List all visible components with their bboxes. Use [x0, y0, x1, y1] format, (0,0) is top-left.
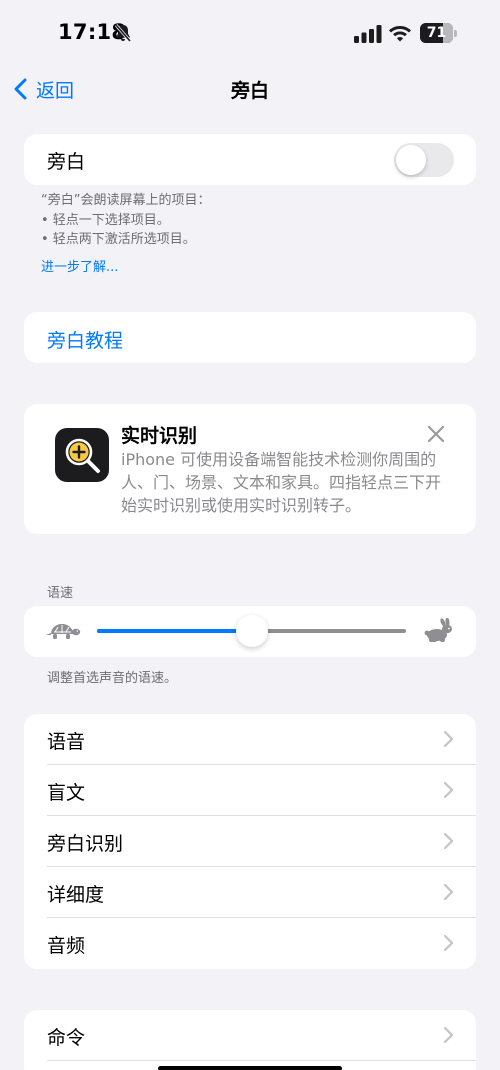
magnifier-plus-icon — [55, 428, 109, 482]
voiceover-commands-list: 命令 — [24, 1010, 476, 1070]
learn-more-link[interactable]: 进一步了解... — [41, 256, 118, 275]
list-item-label: 详细度 — [47, 884, 105, 906]
navigation-bar: 返回 旁白 — [0, 68, 500, 110]
chevron-right-icon — [443, 730, 454, 748]
list-item-voiceover-recognition[interactable]: 旁白识别 — [24, 816, 476, 867]
voiceover-tutorial-row[interactable]: 旁白教程 — [24, 312, 476, 363]
chevron-right-icon — [443, 1026, 454, 1044]
chevron-right-icon — [443, 883, 454, 901]
bell-slash-icon — [114, 24, 132, 42]
slider-thumb[interactable] — [235, 615, 268, 647]
chevron-right-icon — [443, 832, 454, 850]
voiceover-label: 旁白 — [47, 151, 86, 173]
chevron-right-icon — [443, 781, 454, 799]
chevron-right-icon — [443, 934, 454, 952]
voiceover-footnote-item: • 轻点两下激活所选项目。 — [41, 232, 196, 247]
turtle-icon — [46, 624, 81, 639]
slider-fill — [97, 629, 252, 633]
status-bar: 17:18 71 — [0, 0, 500, 68]
live-recognition-description: iPhone 可使用设备端智能技术检测你周围的人、门、场景、文本和家具。四指轻点… — [121, 450, 442, 515]
voiceover-footnote-title: “旁白”会朗读屏幕上的项目： — [41, 193, 211, 208]
home-indicator — [158, 1066, 342, 1070]
voiceover-toggle-row: 旁白 — [24, 134, 476, 185]
list-item-audio[interactable]: 音频 — [24, 918, 476, 969]
divider — [47, 1060, 476, 1061]
list-item-label: 旁白识别 — [47, 833, 124, 855]
list-item-label: 语音 — [47, 731, 86, 753]
voiceover-toggle[interactable] — [394, 143, 454, 177]
tutorial-label: 旁白教程 — [47, 330, 124, 352]
wifi-icon — [389, 26, 411, 42]
rabbit-icon — [424, 618, 452, 642]
battery-icon: 71 — [420, 23, 458, 43]
list-item-label: 命令 — [47, 1027, 86, 1049]
signal-icon — [354, 25, 382, 43]
voiceover-settings-list: 语音 盲文 旁白识别 详细度 音频 — [24, 714, 476, 969]
list-item-label: 盲文 — [47, 782, 86, 804]
speaking-rate-footnote: 调整首选声音的语速。 — [47, 671, 178, 686]
live-recognition-card: 实时识别 iPhone 可使用设备端智能技术检测你周围的人、门、场景、文本和家具… — [24, 404, 476, 534]
list-item-commands[interactable]: 命令 — [24, 1010, 476, 1061]
list-item-speech[interactable]: 语音 — [24, 714, 476, 765]
speaking-rate-slider[interactable] — [97, 615, 406, 647]
list-item-braille[interactable]: 盲文 — [24, 765, 476, 816]
voiceover-footnote-item: • 轻点一下选择项目。 — [41, 213, 170, 228]
list-item-label: 音频 — [47, 935, 86, 957]
toggle-knob — [396, 145, 426, 175]
close-icon[interactable] — [426, 424, 446, 444]
live-recognition-title: 实时识别 — [121, 425, 198, 447]
battery-level: 71 — [426, 25, 447, 41]
speaking-rate-slider-row — [24, 606, 476, 657]
speaking-rate-header: 语速 — [47, 586, 74, 601]
list-item-verbosity[interactable]: 详细度 — [24, 867, 476, 918]
page-title: 旁白 — [230, 80, 269, 102]
